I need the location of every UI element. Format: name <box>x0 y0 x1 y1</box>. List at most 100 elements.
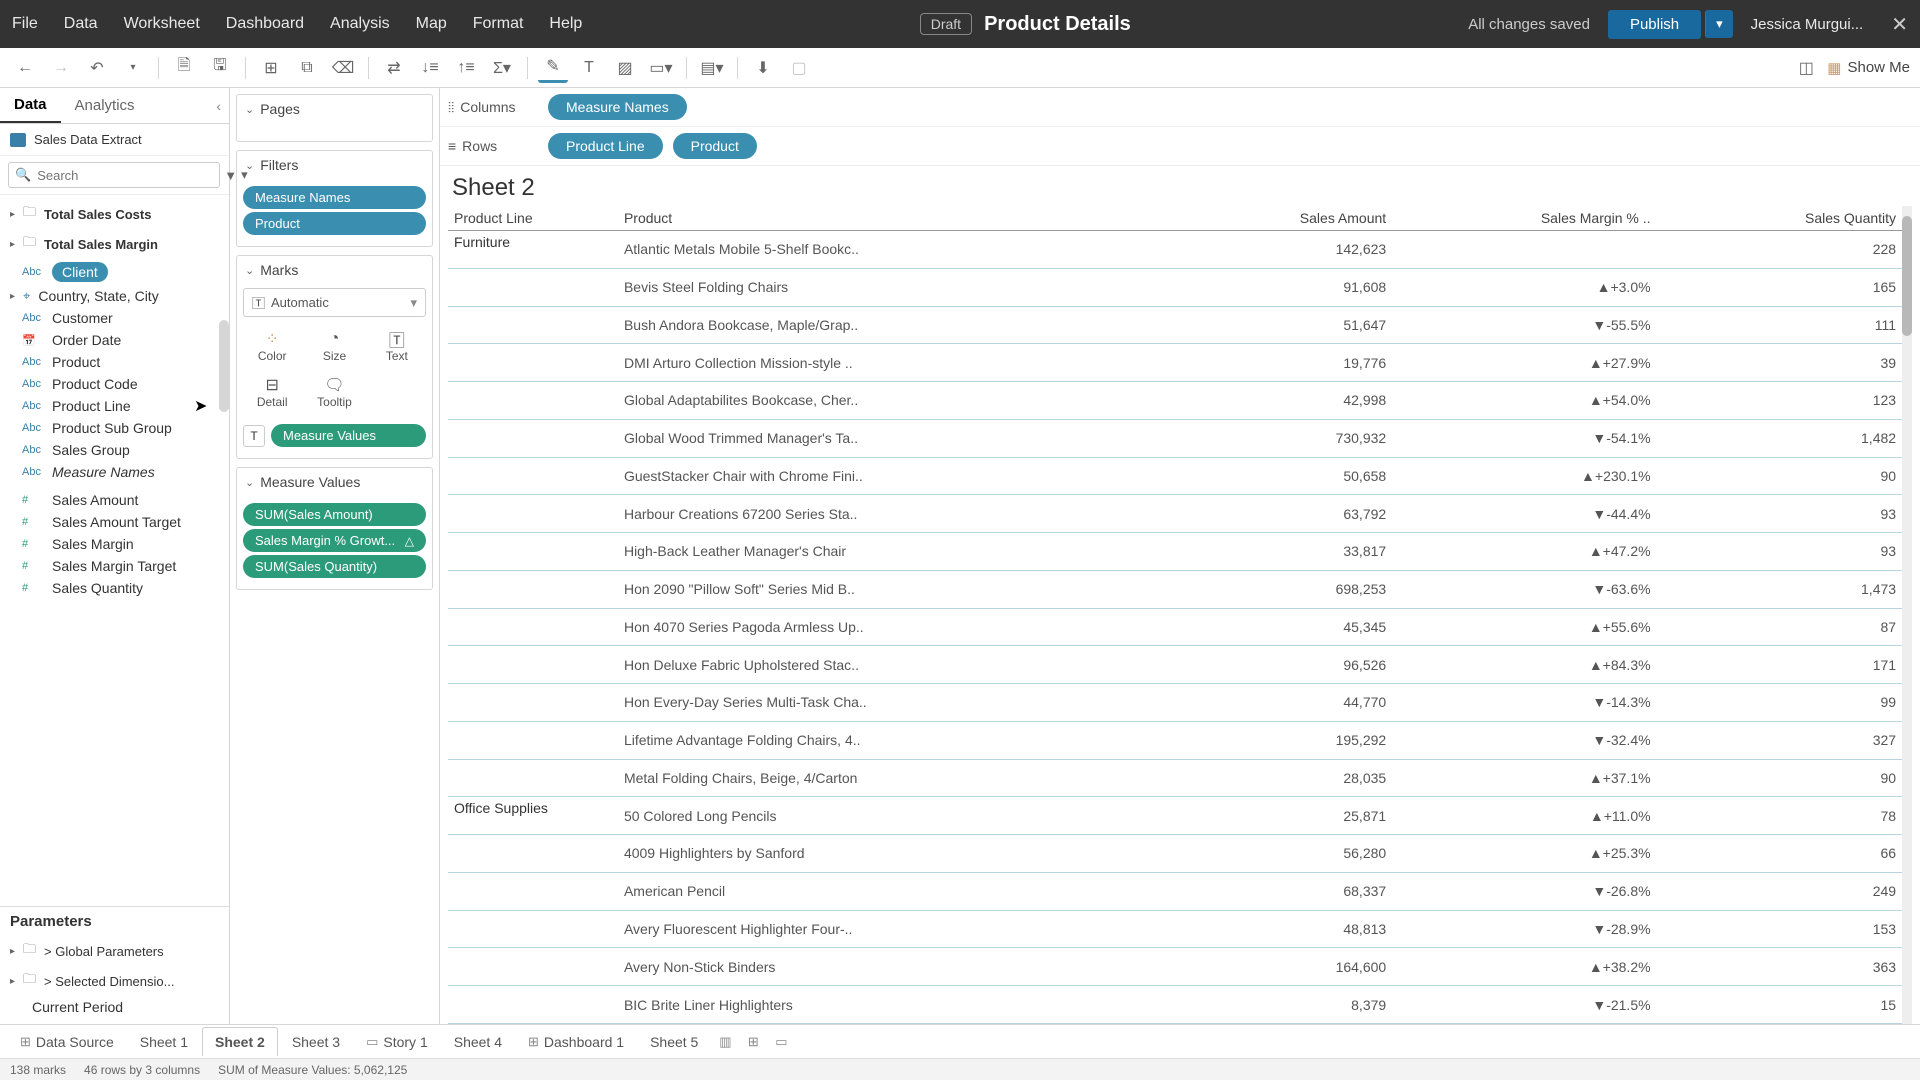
field-product-code[interactable]: AbcProduct Code <box>0 373 229 395</box>
menu-data[interactable]: Data <box>64 15 98 33</box>
field-measure-names[interactable]: AbcMeasure Names <box>0 461 229 483</box>
clear-icon[interactable]: ⌫ <box>328 53 358 83</box>
undo-dropdown-icon[interactable]: ▾ <box>118 53 148 83</box>
table-row[interactable]: Office Supplies50 Colored Long Pencils25… <box>448 797 1902 835</box>
table-row[interactable]: Hon 4070 Series Pagoda Armless Up..45,34… <box>448 608 1902 646</box>
param-global-parameters[interactable]: ▸🗀> Global Parameters <box>0 936 229 966</box>
publish-dropdown[interactable]: ▾ <box>1705 10 1733 38</box>
folder-total-sales-margin[interactable]: ▸ 🗀 Total Sales Margin <box>0 229 229 259</box>
menu-map[interactable]: Map <box>416 15 447 33</box>
forward-icon[interactable]: → <box>46 53 76 83</box>
field-sales-group[interactable]: AbcSales Group <box>0 439 229 461</box>
caret-icon[interactable]: ⌄ <box>245 103 254 116</box>
field-sales-amount-target[interactable]: #Sales Amount Target <box>0 511 229 533</box>
folder-total-sales-costs[interactable]: ▸ 🗀 Total Sales Costs <box>0 199 229 229</box>
columns-pill-measure-names[interactable]: Measure Names <box>548 94 687 120</box>
new-dashboard-tab-icon[interactable]: ⊞ <box>740 1029 766 1055</box>
col-product-line[interactable]: Product Line <box>448 206 618 231</box>
table-row[interactable]: GuestStacker Chair with Chrome Fini..50,… <box>448 457 1902 495</box>
highlight-icon[interactable]: ✎ <box>538 53 568 83</box>
mark-size[interactable]: ◔Size <box>303 323 365 369</box>
tab-sheet2[interactable]: Sheet 2 <box>202 1027 278 1056</box>
field-client[interactable]: Abc Client <box>0 259 229 285</box>
field-order-date[interactable]: 📅Order Date <box>0 329 229 351</box>
new-worksheet-icon[interactable]: ⊞ <box>256 53 286 83</box>
table-row[interactable]: DMI Arturo Collection Mission-style ..19… <box>448 344 1902 382</box>
field-customer[interactable]: AbcCustomer <box>0 307 229 329</box>
filter-fields-icon[interactable]: ▼ <box>224 164 237 186</box>
menu-worksheet[interactable]: Worksheet <box>124 15 200 33</box>
table-row[interactable]: Avery Non-Stick Binders164,600▲+38.2%363 <box>448 948 1902 986</box>
publish-button[interactable]: Publish <box>1608 10 1701 39</box>
new-story-tab-icon[interactable]: ▭ <box>768 1029 794 1055</box>
search-input[interactable]: 🔍 <box>8 162 220 188</box>
label-icon[interactable]: T <box>574 53 604 83</box>
tab-sheet4[interactable]: Sheet 4 <box>442 1028 514 1056</box>
param-current-period[interactable]: Current Period <box>0 996 229 1018</box>
table-row[interactable]: High-Back Leather Manager's Chair33,817▲… <box>448 533 1902 571</box>
field-product-sub-group[interactable]: AbcProduct Sub Group <box>0 417 229 439</box>
text-pill-measure-values[interactable]: Measure Values <box>271 424 426 447</box>
field-product[interactable]: AbcProduct <box>0 351 229 373</box>
menu-help[interactable]: Help <box>549 15 582 33</box>
table-row[interactable]: Bevis Steel Folding Chairs91,608▲+3.0%16… <box>448 268 1902 306</box>
vertical-scrollbar[interactable] <box>1902 206 1912 1024</box>
tab-sheet3[interactable]: Sheet 3 <box>280 1028 352 1056</box>
scroll-thumb[interactable] <box>1902 216 1912 336</box>
duplicate-icon[interactable]: ⧉ <box>292 53 322 83</box>
col-sales-quantity[interactable]: Sales Quantity <box>1657 206 1903 231</box>
mvalue-pill-sales-margin-growth[interactable]: Sales Margin % Growt...△ <box>243 529 426 552</box>
present-icon[interactable]: ▢ <box>784 53 814 83</box>
format-icon[interactable]: ▨ <box>610 53 640 83</box>
datasource-row[interactable]: Sales Data Extract <box>0 124 229 156</box>
menu-file[interactable]: File <box>12 15 38 33</box>
marks-type-dropdown[interactable]: 🅃 Automatic ▾ <box>243 288 426 317</box>
rows-pill-product[interactable]: Product <box>673 133 757 159</box>
table-row[interactable]: FurnitureAtlantic Metals Mobile 5-Shelf … <box>448 231 1902 269</box>
search-field[interactable] <box>37 168 213 183</box>
show-me-button[interactable]: ▦ Show Me <box>1827 59 1910 77</box>
tab-analytics[interactable]: Analytics <box>61 89 149 122</box>
save-icon[interactable]: 🖫 <box>205 53 235 83</box>
table-row[interactable]: Harbour Creations 67200 Series Sta..63,7… <box>448 495 1902 533</box>
col-sales-amount[interactable]: Sales Amount <box>1147 206 1392 231</box>
mark-tooltip[interactable]: 🗨Tooltip <box>303 369 365 415</box>
undo-icon[interactable]: ↶ <box>82 53 112 83</box>
table-row[interactable]: Bush Andora Bookcase, Maple/Grap..51,647… <box>448 306 1902 344</box>
table-row[interactable]: Global Adaptabilites Bookcase, Cher..42,… <box>448 382 1902 420</box>
field-sales-quantity[interactable]: #Sales Quantity <box>0 577 229 599</box>
table-row[interactable]: Hon Deluxe Fabric Upholstered Stac..96,5… <box>448 646 1902 684</box>
col-product[interactable]: Product <box>618 206 1147 231</box>
mvalue-pill-sum-sales-amount[interactable]: SUM(Sales Amount) <box>243 503 426 526</box>
resize-handle[interactable] <box>219 320 229 412</box>
menu-dashboard[interactable]: Dashboard <box>226 15 304 33</box>
rows-pill-product-line[interactable]: Product Line <box>548 133 663 159</box>
cards-icon[interactable]: ▤▾ <box>697 53 727 83</box>
table-row[interactable]: Global Wood Trimmed Manager's Ta..730,93… <box>448 419 1902 457</box>
tab-dashboard1[interactable]: ⊞Dashboard 1 <box>516 1028 636 1056</box>
table-row[interactable]: BIC Brite Liner Highlighters8,379▼-21.5%… <box>448 986 1902 1024</box>
table-row[interactable]: Avery Fluorescent Highlighter Four-..48,… <box>448 910 1902 948</box>
data-guide-icon[interactable]: ◫ <box>1791 53 1821 83</box>
filter-pill-product[interactable]: Product <box>243 212 426 235</box>
caret-icon[interactable]: ⌄ <box>245 476 254 489</box>
table-row[interactable]: Hon Every-Day Series Multi-Task Cha..44,… <box>448 684 1902 722</box>
download-icon[interactable]: ⬇ <box>748 53 778 83</box>
rows-shelf[interactable]: ≡Rows Product Line Product <box>440 127 1920 166</box>
collapse-pane-icon[interactable]: ‹ <box>216 98 229 114</box>
sheet-title[interactable]: Sheet 2 <box>440 166 1920 206</box>
field-sales-margin-target[interactable]: #Sales Margin Target <box>0 555 229 577</box>
caret-icon[interactable]: ⌄ <box>245 264 254 277</box>
menu-analysis[interactable]: Analysis <box>330 15 390 33</box>
mvalue-pill-sum-sales-quantity[interactable]: SUM(Sales Quantity) <box>243 555 426 578</box>
table-row[interactable]: Hon 2090 "Pillow Soft" Series Mid B..698… <box>448 570 1902 608</box>
back-icon[interactable]: ← <box>10 53 40 83</box>
col-sales-margin[interactable]: Sales Margin % .. <box>1392 206 1656 231</box>
mark-text[interactable]: 🅃Text <box>366 323 428 369</box>
columns-shelf[interactable]: ⦙⦙Columns Measure Names <box>440 88 1920 127</box>
field-country-state-city[interactable]: ▸ ⌖ Country, State, City <box>0 285 229 307</box>
param-selected-dimensions[interactable]: ▸🗀> Selected Dimensio... <box>0 966 229 996</box>
menu-format[interactable]: Format <box>473 15 524 33</box>
tab-story1[interactable]: ▭Story 1 <box>354 1028 440 1056</box>
field-sales-margin[interactable]: #Sales Margin <box>0 533 229 555</box>
